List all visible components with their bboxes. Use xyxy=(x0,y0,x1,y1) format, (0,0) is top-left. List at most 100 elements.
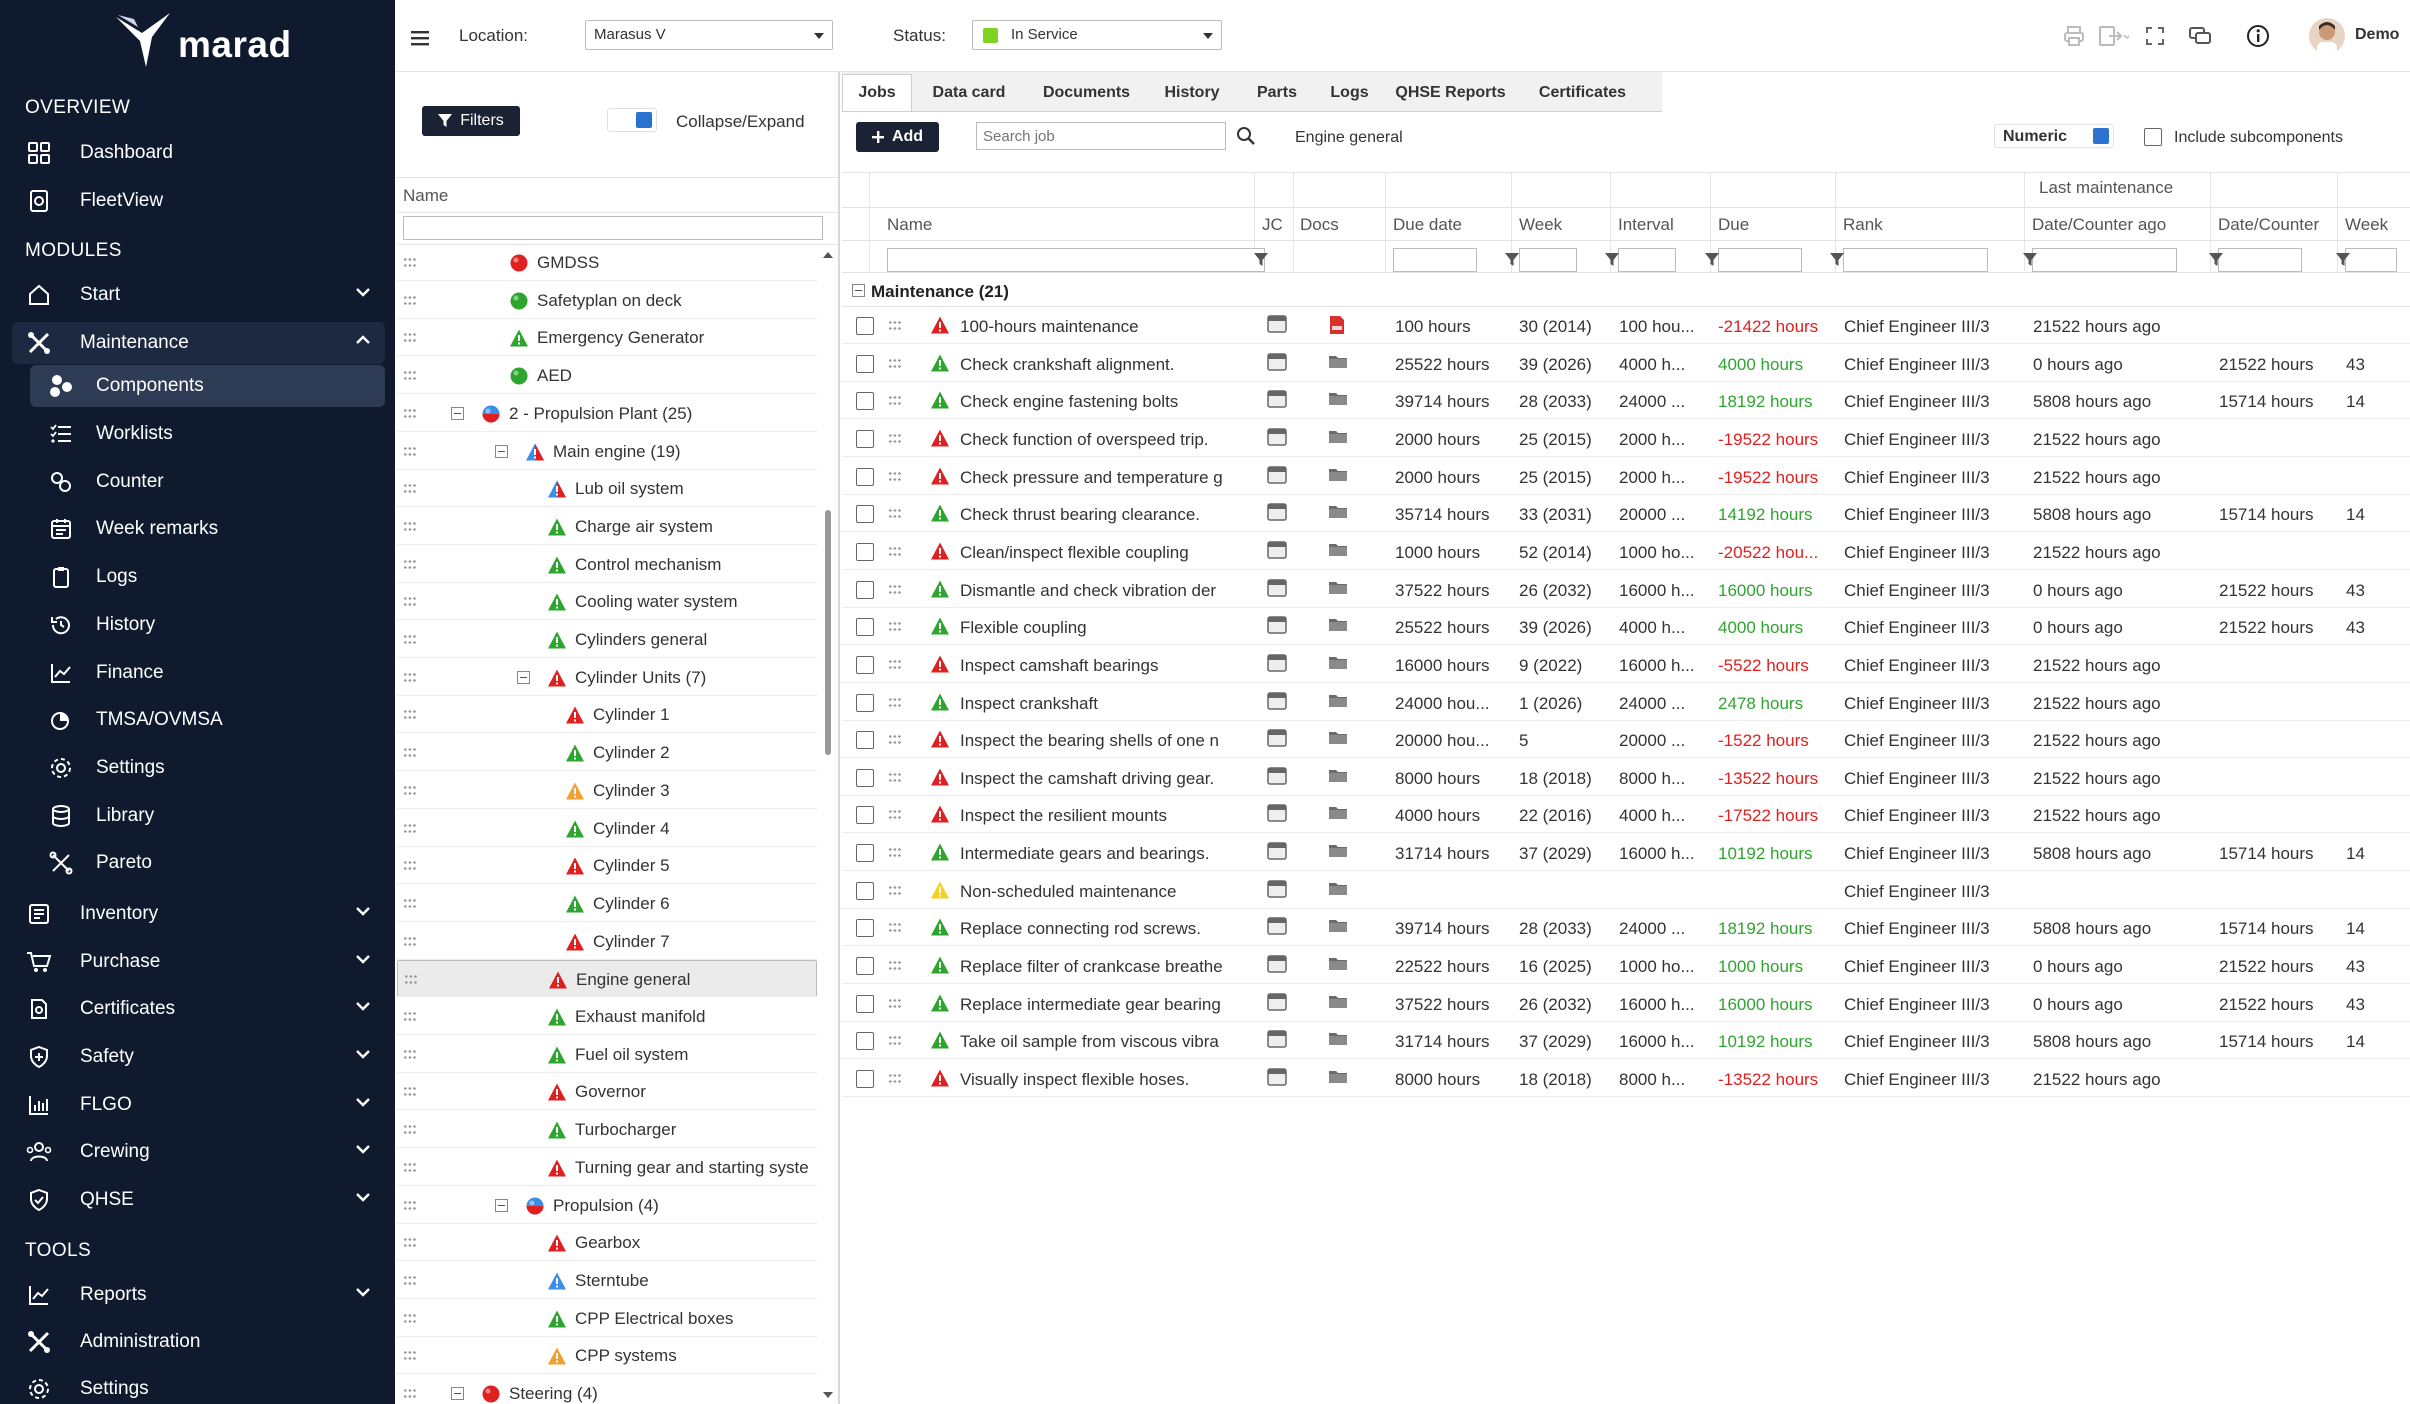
drag-handle-icon[interactable] xyxy=(403,823,417,833)
drag-handle-icon[interactable] xyxy=(888,396,902,406)
drag-handle-icon[interactable] xyxy=(403,710,417,720)
column-filter-icon[interactable] xyxy=(2023,253,2037,267)
job-row[interactable]: Check crankshaft alignment. 25522 hours 39… xyxy=(842,345,2410,382)
tree-scrollbar[interactable] xyxy=(821,250,835,1402)
drag-handle-icon[interactable] xyxy=(403,1389,417,1398)
drag-handle-icon[interactable] xyxy=(888,923,902,933)
job-row[interactable]: Inspect camshaft bearings 16000 hours 9 (2… xyxy=(842,646,2410,683)
drag-handle-icon[interactable] xyxy=(888,885,902,895)
tree-row[interactable]: Turning gear and starting syste xyxy=(397,1149,817,1186)
tree-row[interactable]: Safetyplan on deck xyxy=(397,282,817,319)
sidebar-item-week-remarks[interactable]: Week remarks xyxy=(30,508,385,550)
drag-handle-icon[interactable] xyxy=(403,484,417,494)
folder-icon[interactable] xyxy=(1328,503,1348,519)
folder-icon[interactable] xyxy=(1328,390,1348,406)
numeric-toggle[interactable]: Numeric xyxy=(1994,124,2114,148)
date-counter-ago-column-header[interactable]: Date/Counter ago xyxy=(2032,215,2166,235)
chevron-down-icon[interactable] xyxy=(355,1286,371,1298)
tree-row[interactable]: Steering (4) xyxy=(397,1375,817,1404)
tree-row[interactable]: Exhaust manifold xyxy=(397,998,817,1035)
drag-handle-icon[interactable] xyxy=(888,848,902,858)
job-name[interactable]: Non-scheduled maintenance xyxy=(960,882,1256,902)
job-row[interactable]: Replace connecting rod screws. 39714 hour… xyxy=(842,909,2410,947)
collapse-node-icon[interactable] xyxy=(451,1387,464,1400)
sidebar-item-purchase[interactable]: Purchase xyxy=(12,941,385,983)
week-filter-input[interactable] xyxy=(1519,248,1577,272)
job-card-icon[interactable] xyxy=(1267,503,1287,521)
job-name[interactable]: Visually inspect flexible hoses. xyxy=(960,1070,1256,1090)
marad-logo[interactable]: marad xyxy=(112,8,292,72)
week2-filter-input[interactable] xyxy=(2345,248,2397,272)
job-row[interactable]: 100-hours maintenance 100 hours 30 (2014) 1… xyxy=(842,307,2410,344)
user-avatar[interactable] xyxy=(2309,18,2345,54)
job-card-icon[interactable] xyxy=(1267,917,1287,936)
collapse-node-icon[interactable] xyxy=(495,1198,508,1212)
drag-handle-icon[interactable] xyxy=(403,672,417,682)
tree-row[interactable]: Lub oil system xyxy=(397,470,817,508)
search-icon[interactable] xyxy=(1236,126,1256,146)
scroll-down-icon[interactable] xyxy=(821,1390,835,1400)
drag-handle-icon[interactable] xyxy=(403,1275,417,1285)
job-row[interactable]: Check thrust bearing clearance. 35714 hou… xyxy=(842,495,2410,533)
row-checkbox[interactable] xyxy=(856,354,874,373)
sidebar-item-certificates[interactable]: Certificates xyxy=(12,988,385,1030)
export-icon[interactable] xyxy=(2095,22,2131,50)
job-card-icon[interactable] xyxy=(1267,390,1287,409)
sidebar-item-safety[interactable]: Safety xyxy=(12,1036,385,1078)
row-checkbox[interactable] xyxy=(856,580,874,599)
location-select[interactable]: Marasus V xyxy=(585,20,833,50)
interval-filter-input[interactable] xyxy=(1618,248,1676,272)
chevron-down-icon[interactable] xyxy=(355,1000,371,1012)
sidebar-item-tmsa-ovmsa[interactable]: TMSA/OVMSA xyxy=(30,699,385,741)
job-name[interactable]: Inspect the resilient mounts xyxy=(960,806,1256,826)
chevron-down-icon[interactable] xyxy=(355,1096,371,1108)
drag-handle-icon[interactable] xyxy=(888,961,902,971)
folder-icon[interactable] xyxy=(1328,917,1348,933)
drag-handle-icon[interactable] xyxy=(403,371,417,381)
sidebar-item-logs[interactable]: Logs xyxy=(30,556,385,598)
job-name[interactable]: Flexible coupling xyxy=(960,618,1256,638)
folder-icon[interactable] xyxy=(1328,353,1348,369)
due-date-filter-input[interactable] xyxy=(1393,248,1477,272)
hamburger-menu-icon[interactable] xyxy=(407,24,435,52)
tree-row[interactable]: Fuel oil system xyxy=(397,1036,817,1073)
job-row[interactable]: Replace intermediate gear bearing 37522 h… xyxy=(842,985,2410,1022)
job-card-icon[interactable] xyxy=(1267,842,1287,860)
filters-button[interactable]: Filters xyxy=(422,106,520,136)
drag-handle-icon[interactable] xyxy=(888,471,902,481)
column-filter-icon[interactable] xyxy=(2336,253,2350,267)
add-job-button[interactable]: Add xyxy=(856,122,939,152)
search-job-input[interactable] xyxy=(976,122,1226,150)
collapse-node-icon[interactable] xyxy=(451,406,464,420)
job-row[interactable]: Inspect the bearing shells of one n 20000… xyxy=(842,721,2410,759)
drag-handle-icon[interactable] xyxy=(403,1313,417,1323)
drag-handle-icon[interactable] xyxy=(403,1238,417,1248)
chevron-down-icon[interactable] xyxy=(355,286,371,298)
drag-handle-icon[interactable] xyxy=(888,772,902,782)
sidebar-item-inventory[interactable]: Inventory xyxy=(12,893,385,935)
jc-column-header[interactable]: JC xyxy=(1262,215,1283,235)
folder-icon[interactable] xyxy=(1328,616,1348,632)
column-filter-icon[interactable] xyxy=(1254,253,1268,267)
job-name[interactable]: Check engine fastening bolts xyxy=(960,392,1256,412)
job-row[interactable]: Flexible coupling 25522 hours 39 (2026) 400… xyxy=(842,608,2410,646)
drag-handle-icon[interactable] xyxy=(403,295,417,305)
sidebar-item-qhse[interactable]: QHSE xyxy=(12,1179,385,1221)
tree-row[interactable]: Propulsion (4) xyxy=(397,1187,817,1224)
date-counter-column-header[interactable]: Date/Counter xyxy=(2218,215,2319,235)
drag-handle-icon[interactable] xyxy=(403,521,417,531)
due-column-header[interactable]: Due xyxy=(1718,215,1749,235)
folder-icon[interactable] xyxy=(1328,804,1348,820)
drag-handle-icon[interactable] xyxy=(888,810,902,820)
row-checkbox[interactable] xyxy=(856,317,874,335)
folder-icon[interactable] xyxy=(1328,654,1348,670)
chevron-down-icon[interactable] xyxy=(355,1143,371,1155)
date-counter-ago-filter-input[interactable] xyxy=(2032,248,2177,272)
job-row[interactable]: Inspect the resilient mounts 4000 hours 22… xyxy=(842,796,2410,834)
row-checkbox[interactable] xyxy=(856,844,874,863)
folder-icon[interactable] xyxy=(1328,1068,1348,1084)
tree-row[interactable]: Cylinder 3 xyxy=(397,772,817,809)
row-checkbox[interactable] xyxy=(856,731,874,750)
column-filter-icon[interactable] xyxy=(1830,253,1844,267)
sidebar-item-counter[interactable]: Counter xyxy=(30,461,385,503)
